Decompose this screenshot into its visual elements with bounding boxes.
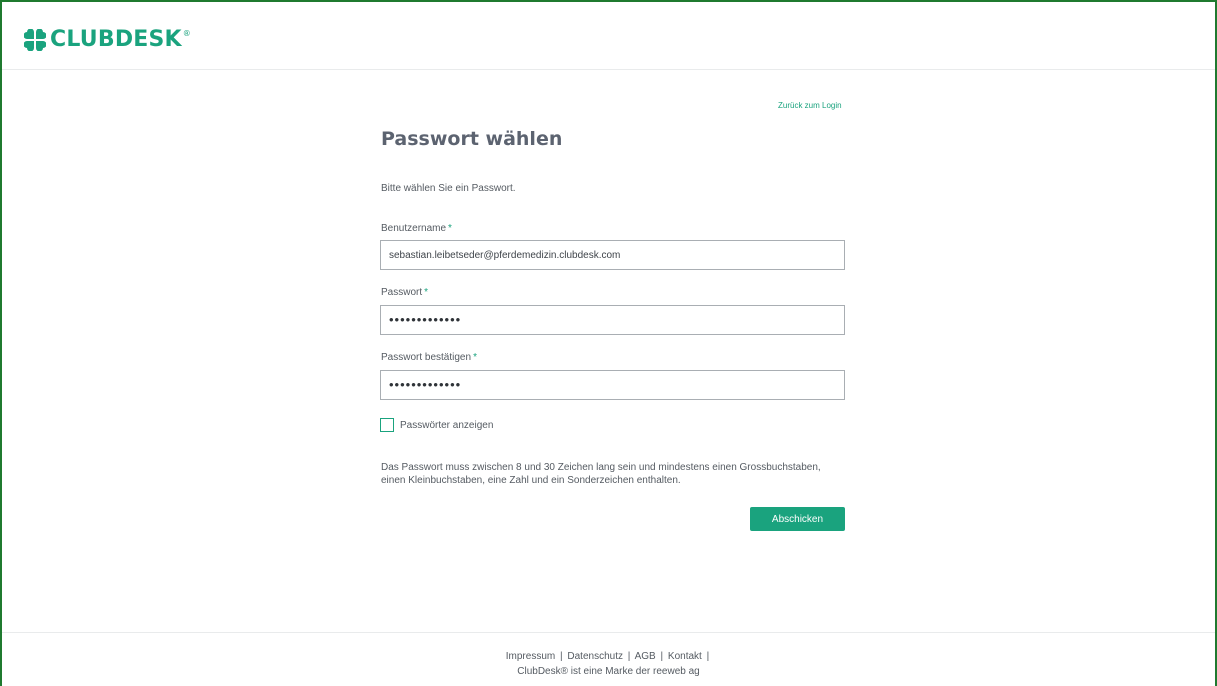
submit-button[interactable]: Abschicken: [750, 507, 845, 531]
footer-separator: |: [560, 651, 563, 662]
footer-link-agb[interactable]: AGB: [635, 651, 656, 662]
required-marker: *: [448, 223, 452, 234]
password-requirements-line: einen Kleinbuchstaben, eine Zahl und ein…: [381, 475, 681, 486]
page-frame: [0, 0, 1217, 686]
show-passwords-checkbox[interactable]: [380, 418, 394, 432]
password-requirements-line: Das Passwort muss zwischen 8 und 30 Zeic…: [381, 462, 821, 473]
username-label: Benutzername *: [381, 223, 452, 234]
footer-link-kontakt[interactable]: Kontakt: [668, 651, 702, 662]
confirm-password-label: Passwort bestätigen *: [381, 352, 477, 363]
footer-separator: |: [627, 651, 631, 662]
required-marker: *: [473, 352, 477, 363]
footer-trademark-note: ClubDesk® ist eine Marke der reeweb ag: [517, 666, 700, 677]
page-title: Passwort wählen: [381, 128, 563, 150]
confirm-password-input[interactable]: •••••••••••••: [380, 370, 845, 400]
username-label-text: Benutzername: [381, 223, 447, 234]
password-input[interactable]: •••••••••••••: [380, 305, 845, 335]
footer-separator: |: [660, 651, 664, 662]
footer-separator: |: [706, 651, 710, 662]
logo-text: CLUBDESK: [50, 27, 182, 52]
intro-text: Bitte wählen Sie ein Passwort.: [381, 183, 516, 194]
clover-icon: [24, 29, 46, 51]
confirm-password-label-text: Passwort bestätigen: [381, 352, 472, 363]
password-requirements: Das Passwort muss zwischen 8 und 30 Zeic…: [381, 461, 861, 487]
password-label-text: Passwort: [381, 287, 423, 298]
back-to-login-link[interactable]: Zurück zum Login: [778, 101, 842, 110]
footer: Impressum | Datenschutz | AGB | Kontakt …: [2, 632, 1215, 686]
required-marker: *: [424, 287, 429, 298]
logo[interactable]: CLUBDESK ®: [24, 28, 191, 52]
logo-registered-mark: ®: [182, 29, 191, 38]
show-passwords-label[interactable]: Passwörter anzeigen: [400, 420, 493, 431]
footer-link-datenschutz[interactable]: Datenschutz: [567, 651, 623, 662]
header: CLUBDESK ®: [2, 2, 1215, 70]
footer-links: Impressum | Datenschutz | AGB | Kontakt …: [2, 651, 1215, 662]
show-passwords-row[interactable]: Passwörter anzeigen: [380, 418, 493, 432]
password-label: Passwort *: [381, 287, 428, 298]
footer-link-impressum[interactable]: Impressum: [506, 651, 555, 662]
username-input[interactable]: [380, 240, 845, 270]
